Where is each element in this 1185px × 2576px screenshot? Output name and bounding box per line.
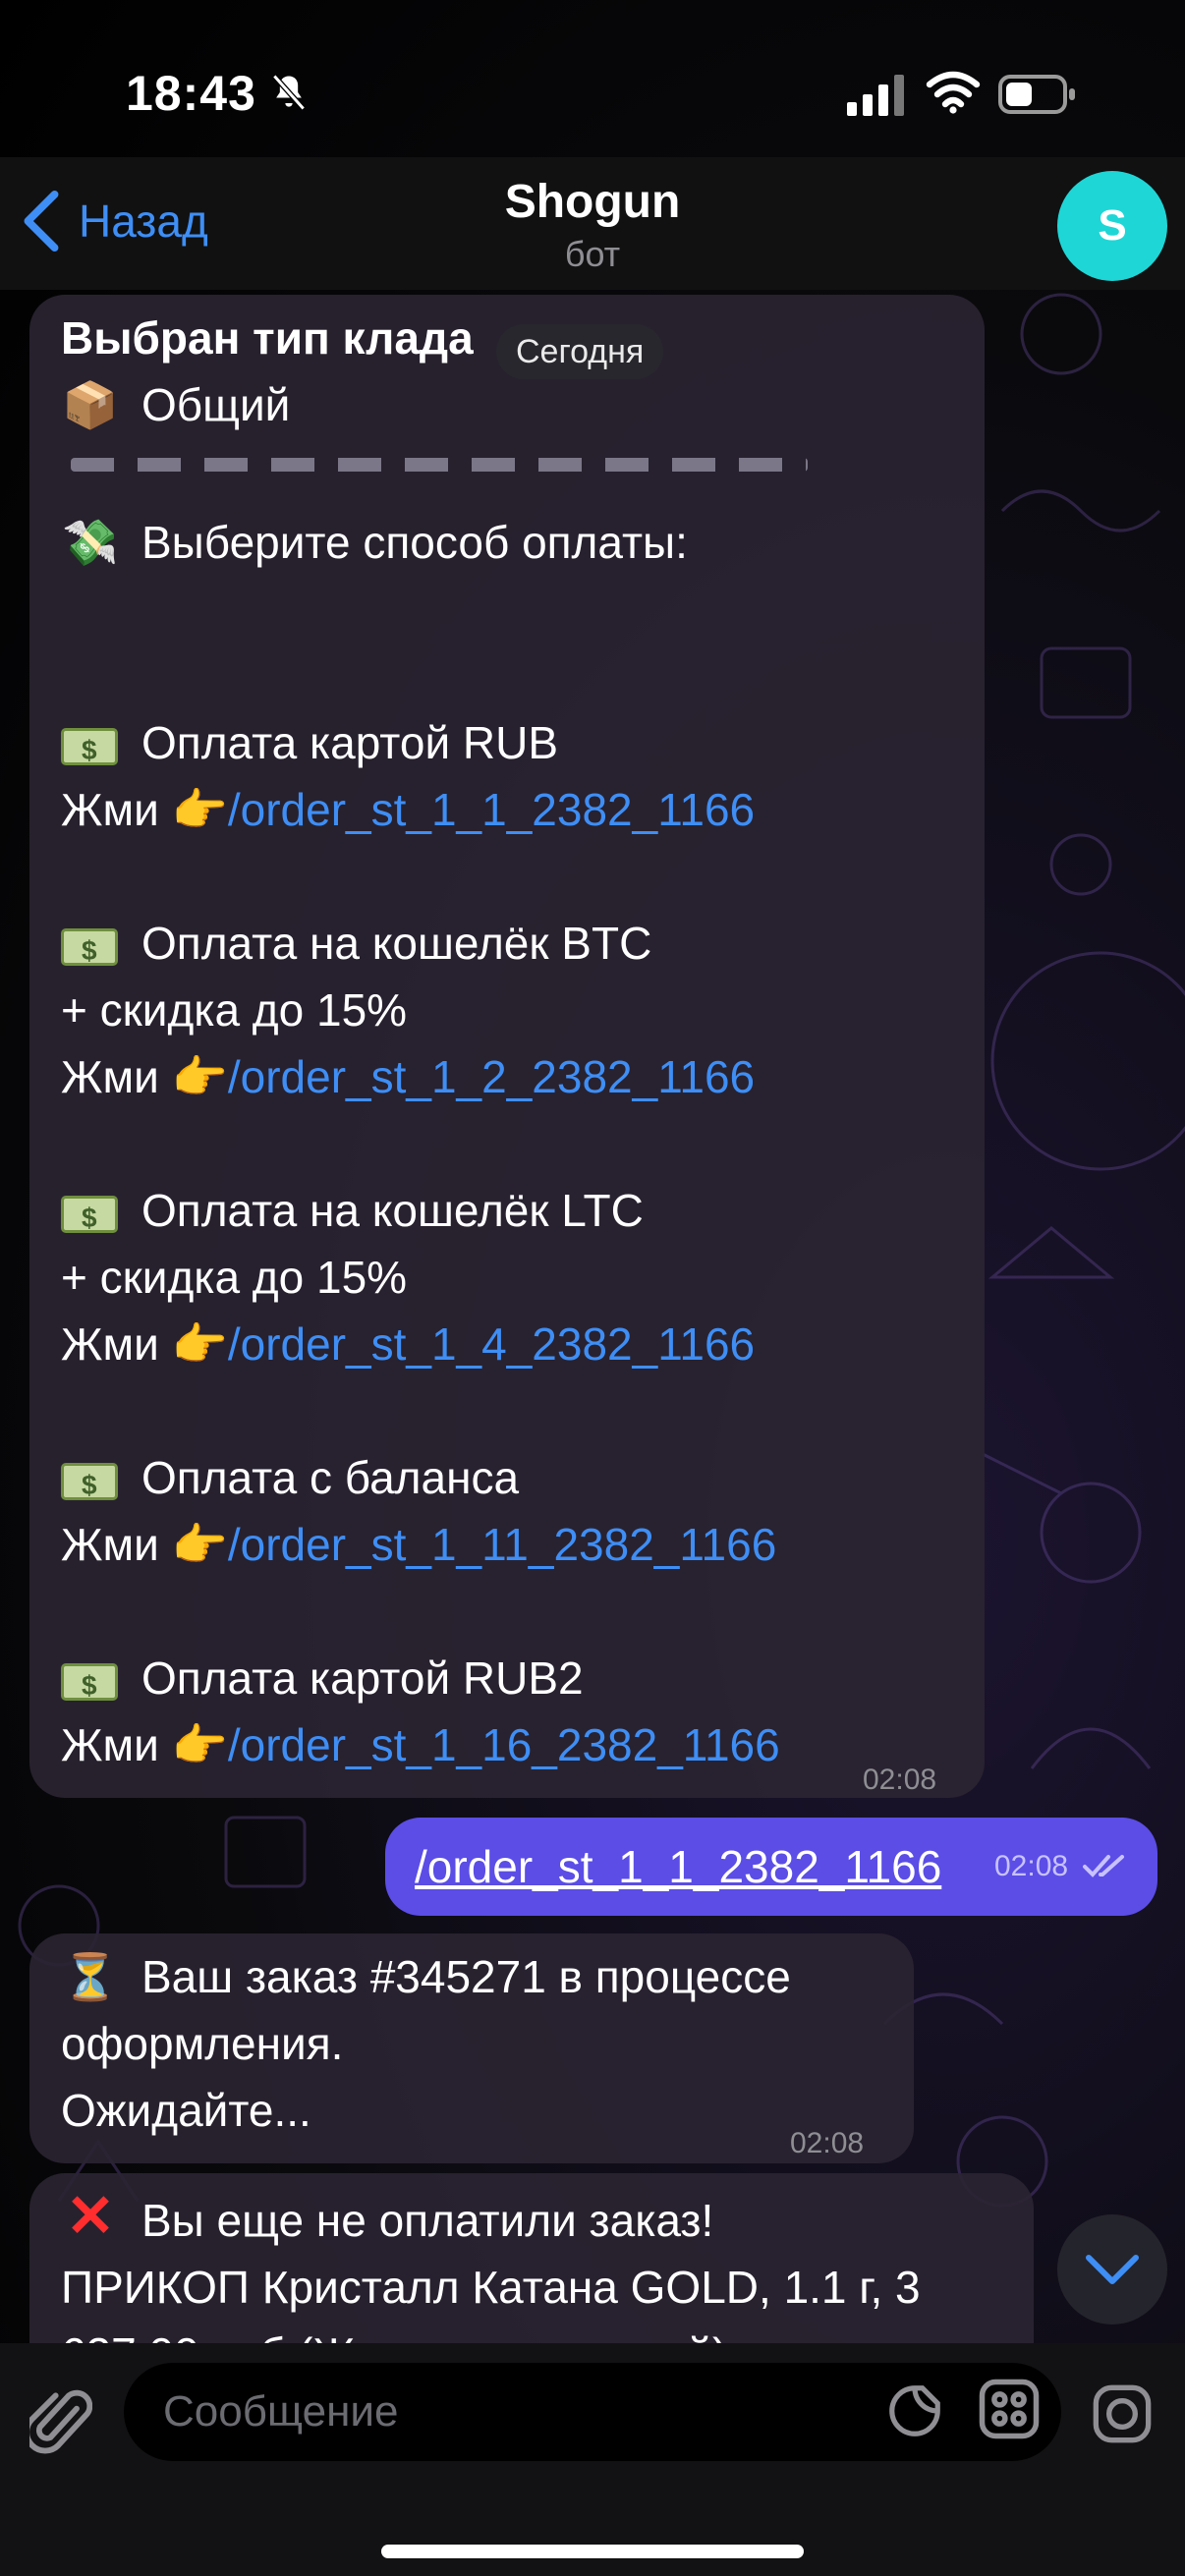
message-input-placeholder: Сообщение <box>163 2387 399 2436</box>
message-text: Ваш заказ #345271 в процессе <box>141 1951 791 2002</box>
press-label: Жми <box>61 1051 159 1102</box>
payment-title: Оплата на кошелёк BTC <box>141 918 652 969</box>
message-bubble-outgoing[interactable]: /order_st_1_1_2382_1166 02:08 <box>385 1818 1157 1916</box>
order-command-link[interactable]: /order_st_1_16_2382_1166 <box>228 1719 780 1770</box>
point-right-emoji: 👉 <box>171 1519 228 1570</box>
order-command-link[interactable]: /order_st_1_2_2382_1166 <box>228 1051 755 1102</box>
message-text: Выберите способ оплаты: <box>141 517 688 568</box>
bell-slash-icon <box>272 74 306 111</box>
money-emoji <box>61 918 118 984</box>
point-right-emoji: 👉 <box>171 1318 228 1370</box>
package-emoji: 📦 <box>62 379 119 430</box>
composer-bar: Сообщение <box>0 2343 1185 2576</box>
signal-icon <box>847 75 904 116</box>
outgoing-command[interactable]: /order_st_1_1_2382_1166 <box>415 1841 941 1892</box>
wifi-icon <box>926 71 981 114</box>
press-label: Жми <box>61 1719 159 1770</box>
battery-icon <box>998 75 1075 114</box>
double-check-icon <box>1083 1855 1124 1877</box>
payment-title: Оплата картой RUB <box>141 717 559 768</box>
scroll-down-button[interactable] <box>1057 2214 1167 2324</box>
money-emoji <box>61 1652 118 1719</box>
order-command-link[interactable]: /order_st_1_4_2382_1166 <box>228 1318 755 1370</box>
date-pill: Сегодня <box>496 324 664 379</box>
money-emoji <box>61 1452 118 1519</box>
press-label: Жми <box>61 1519 159 1570</box>
message-text: Общий <box>141 379 291 430</box>
chat-header: Назад Shogun бот S <box>0 157 1185 290</box>
home-indicator <box>381 2545 804 2558</box>
message-text: Ожидайте... <box>61 2085 311 2136</box>
order-command-link[interactable]: /order_st_1_1_2382_1166 <box>228 784 755 835</box>
point-right-emoji: 👉 <box>171 784 228 835</box>
paperclip-icon[interactable] <box>29 2382 92 2461</box>
chat-title[interactable]: Shogun <box>0 175 1185 229</box>
message-time: 02:08 <box>863 1764 937 1796</box>
message-text: ПРИКОП Кристалл Катана GOLD, 1.1 г, 3 <box>61 2262 921 2313</box>
discount-text: + скидка до 15% <box>61 984 408 1036</box>
message-time: 02:08 <box>994 1850 1069 1882</box>
press-label: Жми <box>61 784 159 835</box>
status-time: 18:43 <box>126 66 256 121</box>
point-right-emoji: 👉 <box>171 1051 228 1102</box>
divider <box>71 458 808 472</box>
message-time: 02:08 <box>790 2127 865 2159</box>
money-emoji <box>61 1185 118 1252</box>
discount-text: + скидка до 15% <box>61 1252 408 1303</box>
cross-emoji: ✕ <box>65 2183 116 2249</box>
avatar[interactable]: S <box>1057 171 1167 281</box>
chevron-down-icon <box>1086 2255 1139 2284</box>
chat-subtitle: бот <box>564 234 621 274</box>
payment-title: Оплата на кошелёк LTC <box>141 1185 644 1236</box>
camera-icon[interactable] <box>1091 2382 1154 2445</box>
money-wings-emoji: 💸 <box>62 517 119 568</box>
payment-title: Оплата с баланса <box>141 1452 520 1503</box>
press-label: Жми <box>61 1318 159 1370</box>
hourglass-emoji: ⏳ <box>62 1951 119 2002</box>
message-text: Вы еще не оплатили заказ! <box>141 2195 714 2246</box>
message-text: оформления. <box>61 2018 344 2069</box>
money-emoji <box>61 717 118 784</box>
grid-icon[interactable] <box>977 2377 1042 2441</box>
status-bar: 18:43 <box>0 0 1185 167</box>
point-right-emoji: 👉 <box>171 1719 228 1770</box>
payment-title: Оплата картой RUB2 <box>141 1652 584 1704</box>
message-bubble-order-status[interactable]: ⏳ Ваш заказ #345271 в процессе оформления… <box>29 1933 914 2163</box>
sticker-icon[interactable] <box>884 2380 945 2441</box>
message-bubble-payment-options[interactable]: Выбран тип клада 📦 Общий 💸 Выберите способ… <box>29 295 985 1798</box>
order-command-link[interactable]: /order_st_1_11_2382_1166 <box>228 1519 776 1570</box>
